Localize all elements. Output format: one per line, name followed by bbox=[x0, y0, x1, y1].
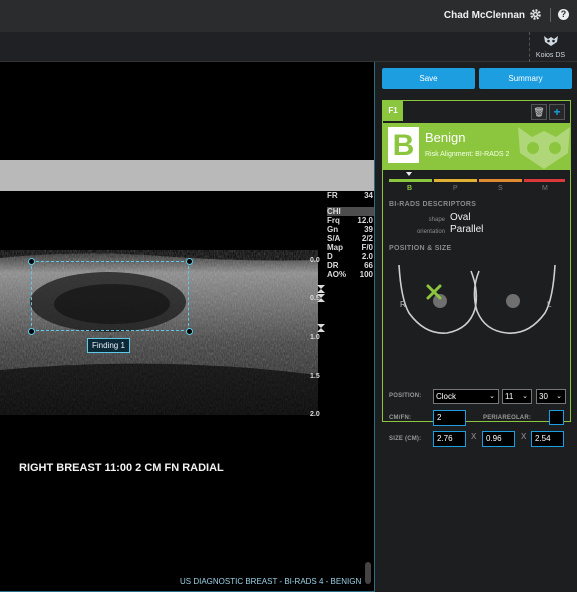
right-breast-label: R bbox=[400, 300, 406, 309]
size-height-input[interactable]: 0.96 bbox=[482, 431, 515, 447]
focus-marker-icon bbox=[317, 324, 325, 332]
size-length-input[interactable]: 2.76 bbox=[433, 431, 466, 447]
chevron-down-icon: ⌄ bbox=[489, 393, 495, 400]
risk-pointer-icon bbox=[406, 172, 412, 176]
periareolar-checkbox[interactable] bbox=[549, 410, 564, 425]
finding-label[interactable]: Finding 1 bbox=[87, 338, 130, 353]
depth-tick-1: 1.0 bbox=[310, 334, 320, 341]
param-chi: CHI bbox=[327, 207, 374, 216]
param-fr: FR 34 bbox=[327, 191, 373, 200]
descriptor-value-orientation[interactable]: Parallel bbox=[450, 224, 483, 235]
depth-tick-0: 0.0 bbox=[310, 257, 320, 264]
param-dr: DR 66 bbox=[327, 261, 373, 270]
risk-segment-suspicious bbox=[479, 179, 522, 182]
clock-minute-select[interactable]: 30 ⌄ bbox=[536, 389, 566, 404]
image-annotation: RIGHT BREAST 11:00 2 CM FN RADIAL bbox=[19, 462, 224, 474]
finding-bounding-box[interactable] bbox=[31, 261, 189, 331]
add-finding-button[interactable]: + bbox=[549, 104, 565, 120]
breast-position-diagram[interactable] bbox=[395, 259, 559, 343]
tab-finding-1[interactable]: F1 bbox=[383, 101, 403, 121]
position-mode-select[interactable]: Clock ⌄ bbox=[433, 389, 499, 404]
focus-marker-icon bbox=[317, 285, 325, 293]
assessment-letter: B bbox=[388, 127, 419, 163]
resize-handle[interactable] bbox=[186, 328, 193, 335]
chevron-down-icon: ⌄ bbox=[522, 393, 528, 400]
cmfn-input[interactable]: 2 bbox=[433, 410, 466, 426]
finding-card: F1 🗑 + B Benign Risk Alignment: BI-RADS … bbox=[382, 100, 571, 447]
assessment-title: Benign bbox=[425, 130, 466, 145]
param-gn: Gn 39 bbox=[327, 225, 373, 234]
help-icon[interactable]: ? bbox=[558, 9, 569, 20]
param-sa: S/A 2/2 bbox=[327, 234, 373, 243]
resize-handle[interactable] bbox=[28, 328, 35, 335]
image-header-band bbox=[0, 160, 374, 191]
trash-icon[interactable]: 🗑 bbox=[531, 104, 547, 120]
size-separator: X bbox=[471, 432, 477, 441]
size-width-input[interactable]: 2.54 bbox=[531, 431, 564, 447]
chevron-down-icon: ⌄ bbox=[556, 393, 562, 400]
position-label: POSITION: bbox=[389, 393, 422, 399]
descriptor-key-shape: shape bbox=[428, 217, 445, 223]
param-d: D 2.0 bbox=[327, 252, 373, 261]
koios-owl-watermark-icon bbox=[518, 127, 570, 169]
user-name[interactable]: Chad McClennan bbox=[444, 10, 525, 21]
exam-description: US DIAGNOSTIC BREAST - BI-RADS 4 - BENIG… bbox=[180, 577, 362, 586]
cmfn-label: CM/FN: bbox=[389, 415, 412, 421]
summary-button[interactable]: Summary bbox=[479, 68, 572, 89]
param-frq: Frq 12.0 bbox=[327, 216, 373, 225]
left-breast-label: L bbox=[547, 300, 552, 309]
risk-segment-malignant bbox=[524, 179, 565, 182]
koios-ds-label: Koios DS bbox=[535, 52, 566, 59]
risk-scale: B P S M bbox=[389, 172, 565, 197]
risk-label-m: M bbox=[542, 185, 548, 192]
descriptor-value-shape[interactable]: Oval bbox=[450, 212, 471, 223]
assessment-banner: B Benign Risk Alignment: BI-RADS 2 bbox=[383, 123, 570, 170]
risk-label-b: B bbox=[407, 185, 413, 192]
koios-owl-icon bbox=[543, 36, 558, 46]
depth-tick-15: 1.5 bbox=[310, 373, 320, 380]
focus-marker-icon bbox=[317, 294, 325, 302]
periareolar-label: PERIAREOLAR: bbox=[483, 415, 532, 421]
clock-hour-select[interactable]: 11 ⌄ bbox=[502, 389, 532, 404]
ultrasound-viewport[interactable]: FR 34 CHI Frq 12.0 Gn 39 S/A 2/2 Map F/0 D 2.0… bbox=[0, 62, 375, 592]
risk-segment-benign bbox=[389, 179, 432, 182]
sub-toolbar: Koios DS bbox=[0, 32, 577, 62]
gear-icon[interactable] bbox=[529, 8, 542, 21]
header-divider bbox=[550, 8, 551, 22]
risk-segment-probably-benign bbox=[434, 179, 477, 182]
risk-label-p: P bbox=[453, 185, 458, 192]
top-bar: Chad McClennan ? bbox=[0, 0, 577, 32]
descriptor-key-orientation: orientation bbox=[416, 229, 445, 235]
param-map: Map F/0 bbox=[327, 243, 373, 252]
resize-handle[interactable] bbox=[28, 258, 35, 265]
risk-label-s: S bbox=[498, 185, 503, 192]
findings-panel: Save Summary F1 🗑 + B Benign Risk Alignm… bbox=[376, 62, 577, 592]
viewport-scrollbar[interactable] bbox=[365, 562, 371, 584]
size-separator: X bbox=[521, 432, 527, 441]
param-ao: AO% 100 bbox=[327, 270, 373, 279]
koios-ds-button[interactable]: Koios DS bbox=[529, 32, 571, 62]
scan-parameters: FR 34 CHI Frq 12.0 Gn 39 S/A 2/2 Map F/0 D 2.0… bbox=[327, 191, 374, 279]
resize-handle[interactable] bbox=[186, 258, 193, 265]
size-label: SIZE (CM): bbox=[389, 436, 422, 442]
position-size-heading: POSITION & SIZE bbox=[389, 245, 452, 252]
descriptors-heading: BI-RADS DESCRIPTORS bbox=[389, 201, 477, 208]
depth-tick-2: 2.0 bbox=[310, 411, 320, 418]
save-button[interactable]: Save bbox=[382, 68, 475, 89]
risk-alignment: Risk Alignment: BI-RADS 2 bbox=[425, 151, 510, 158]
